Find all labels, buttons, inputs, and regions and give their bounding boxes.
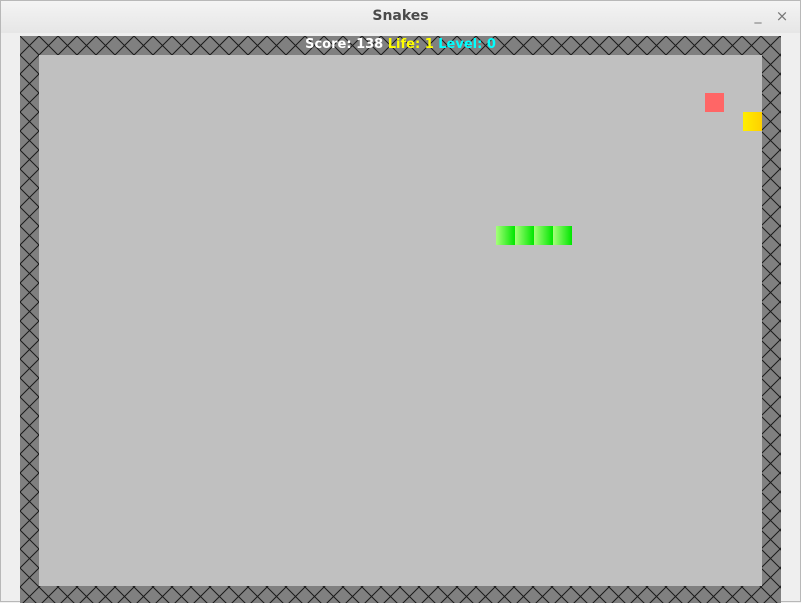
- level-label: Level:: [438, 37, 483, 52]
- snake-segment: [496, 226, 515, 245]
- game-area[interactable]: Score: 138 Life: 1 Level: 0: [20, 36, 781, 603]
- life-label: Life:: [387, 37, 421, 52]
- hud-status: Score: 138 Life: 1 Level: 0: [20, 37, 781, 52]
- game-canvas: [20, 36, 781, 603]
- yellow-food: [743, 112, 762, 131]
- window-title: Snakes: [372, 8, 429, 24]
- level-value: 0: [486, 37, 496, 52]
- close-icon[interactable]: ×: [773, 7, 791, 25]
- snake-segment: [534, 226, 553, 245]
- score-value: 138: [356, 37, 384, 52]
- game-window: Snakes _ × Score: 138 Life: 1 Level: 0: [0, 0, 801, 603]
- title-bar[interactable]: Snakes _ ×: [1, 1, 800, 33]
- minimize-icon[interactable]: _: [749, 7, 767, 25]
- life-value: 1: [424, 37, 434, 52]
- play-field: [39, 55, 762, 586]
- red-food: [705, 93, 724, 112]
- snake: [496, 226, 572, 245]
- snake-segment: [553, 226, 572, 245]
- score-label: Score:: [305, 37, 352, 52]
- snake-segment: [515, 226, 534, 245]
